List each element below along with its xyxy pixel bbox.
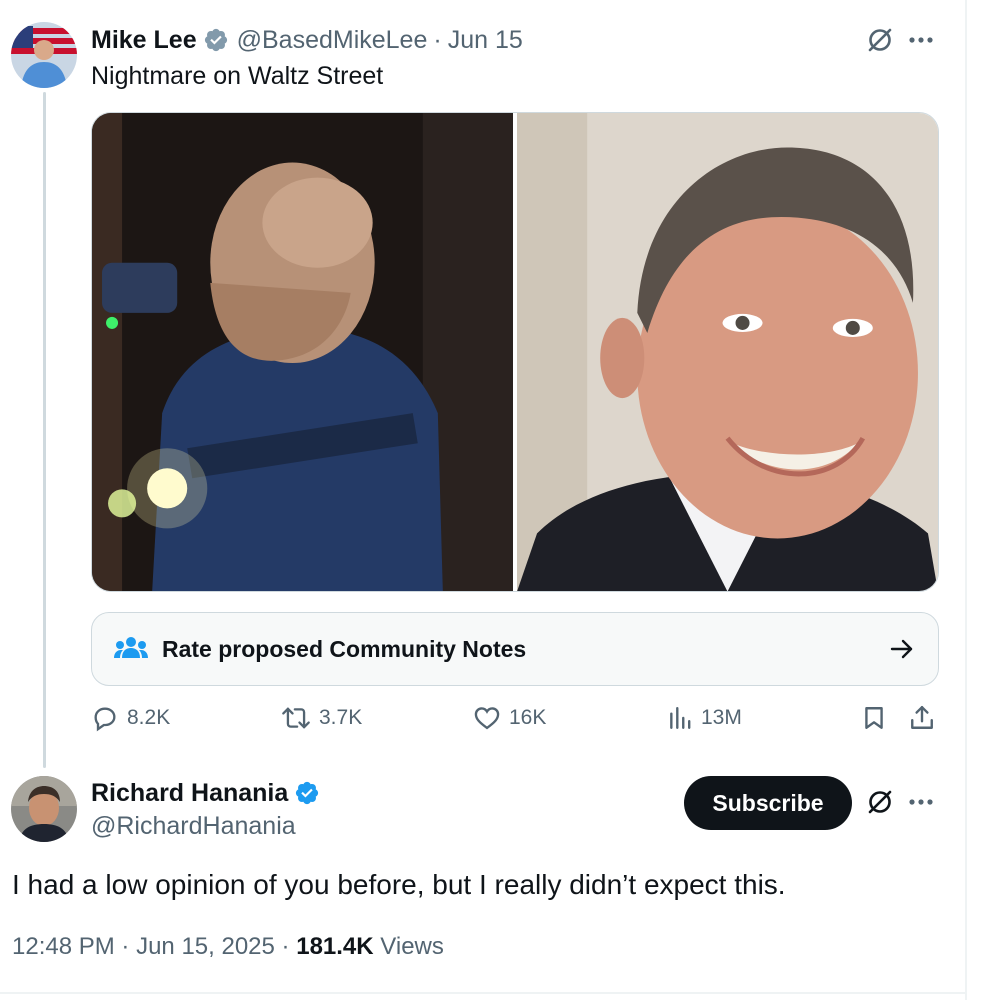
grok-icon[interactable] — [866, 26, 894, 54]
tweet1-actions: 8.2K 3.7K 16K 13M — [91, 704, 941, 740]
tweet-thread: Mike Lee @BasedMikeLee · Jun 15 Nightmar… — [0, 0, 985, 1000]
author-name[interactable]: Mike Lee — [91, 24, 197, 56]
tweet1-media[interactable] — [91, 112, 939, 592]
tweet2-meta: 12:48 PM · Jun 15, 2025 · 181.4K Views — [12, 930, 444, 964]
tweet1-header: Mike Lee @BasedMikeLee · Jun 15 — [91, 24, 523, 56]
community-notes-icon — [114, 636, 148, 662]
views-count: 13M — [701, 706, 742, 729]
reply-button[interactable]: 8.2K — [91, 704, 170, 732]
masked-figure-photo[interactable] — [92, 113, 513, 591]
tweet2-header: Richard Hanania — [91, 777, 328, 809]
retweet-count: 3.7K — [319, 706, 363, 729]
tweet-time[interactable]: 12:48 PM — [12, 933, 115, 960]
author-handle[interactable]: @RichardHanania — [91, 810, 296, 842]
like-button[interactable]: 16K — [473, 704, 546, 732]
smiling-man-portrait[interactable] — [517, 113, 938, 591]
retweet-button[interactable]: 3.7K — [281, 704, 362, 732]
views-button[interactable]: 13M — [667, 704, 742, 732]
views-icon — [670, 707, 691, 729]
tweet-date[interactable]: Jun 15 — [448, 24, 523, 56]
more-icon[interactable] — [908, 794, 934, 810]
arrow-right-icon — [888, 635, 916, 663]
verified-badge-icon — [203, 27, 229, 53]
tweet1-text: Nightmare on Waltz Street — [91, 62, 384, 90]
bookmark-icon — [865, 707, 883, 729]
community-notes-label: Rate proposed Community Notes — [162, 635, 527, 662]
avatar-richard-hanania[interactable] — [11, 776, 77, 842]
more-icon[interactable] — [908, 32, 934, 48]
grok-icon[interactable] — [866, 788, 894, 816]
reply-icon — [94, 707, 116, 732]
retweet-icon — [282, 707, 310, 729]
bookmark-button[interactable] — [861, 704, 895, 732]
thread-connector-line — [43, 92, 46, 768]
separator-dot: · — [281, 933, 290, 960]
subscribe-button[interactable]: Subscribe — [684, 776, 852, 830]
tweet2-text: I had a low opinion of you before, but I… — [12, 869, 786, 900]
views-label: Views — [380, 933, 444, 960]
share-icon — [911, 705, 933, 729]
reply-count: 8.2K — [127, 706, 171, 729]
avatar-mike-lee[interactable] — [11, 22, 77, 88]
like-icon — [474, 707, 500, 730]
verified-badge-icon — [294, 780, 320, 806]
views-count: 181.4K — [296, 933, 374, 960]
share-button[interactable] — [909, 704, 943, 732]
column-border — [965, 0, 967, 1000]
author-handle[interactable]: @BasedMikeLee — [237, 24, 428, 56]
divider — [0, 992, 965, 994]
tweet-date[interactable]: Jun 15, 2025 — [136, 933, 275, 960]
community-notes-prompt[interactable]: Rate proposed Community Notes — [91, 612, 939, 686]
like-count: 16K — [509, 706, 547, 729]
author-name[interactable]: Richard Hanania — [91, 777, 288, 809]
separator-dot: · — [433, 26, 442, 54]
